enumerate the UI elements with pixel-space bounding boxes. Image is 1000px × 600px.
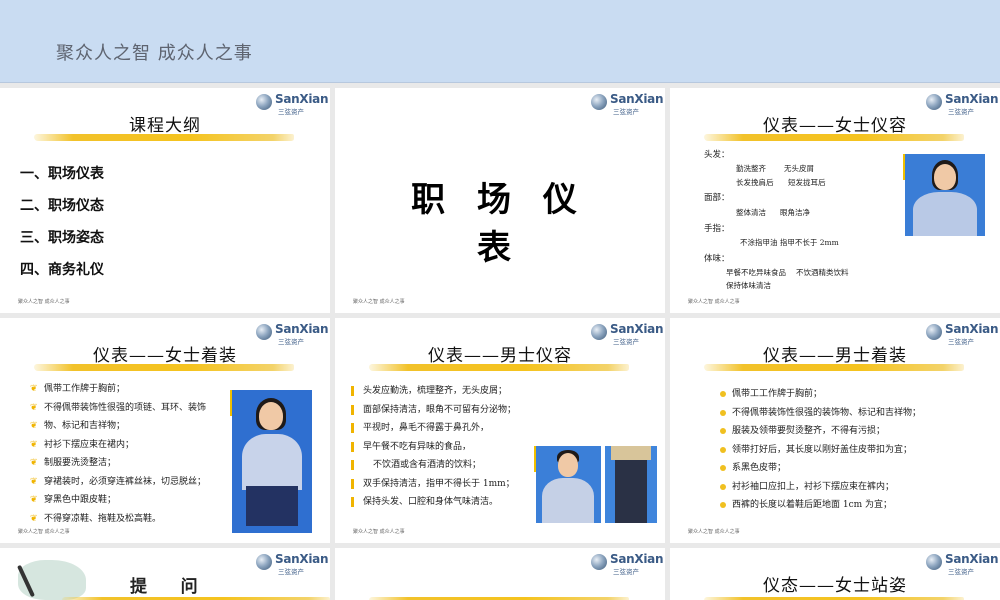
title-brush-stroke [704, 134, 964, 141]
face-text: 眼角洁净 [780, 208, 810, 217]
top-header: 聚众人之智 成众人之事 [0, 0, 1000, 83]
list-item: 佩带工工作牌于胸前； [718, 385, 988, 404]
grooming-rules-list: 头发应勤洗，梳理整齐，无头皮屑； 面部保持清洁，眼角不可留有分泌物； 平视时，鼻… [349, 382, 549, 512]
section-title: 职 场 仪 表 [411, 180, 587, 268]
hair-text: 短发拢耳后 [788, 178, 826, 187]
logo-circle-icon [926, 324, 942, 340]
logo-circle-icon [256, 554, 272, 570]
list-item: 西裤的长度以着鞋后距地面 1cm 为宜； [718, 496, 988, 515]
header-title: 聚众人之智 成众人之事 [56, 43, 253, 64]
face-label: 面部： [704, 193, 730, 203]
list-item: 衬衫下摆应束在裙内； [30, 436, 230, 455]
list-item: 不得佩带装饰性很强的项链、耳环、装饰 [30, 399, 230, 418]
list-item: 服装及领带要熨烫整齐，不得有污损； [718, 422, 988, 441]
female-uniform-image [232, 390, 312, 533]
hair-text: 长发挽肩后 [736, 178, 774, 187]
slide-thumbnail-3[interactable]: SanXian 三弦资产 仪表——女士仪容 头发： 勤洗整齐 无头皮屑 长发挽肩后… [670, 88, 1000, 313]
body-text: 早餐不吃异味食品 [726, 268, 786, 277]
body-text: 不饮酒精类饮料 [796, 268, 849, 277]
hair-text: 无头皮屑 [784, 164, 814, 173]
list-item: 系黑色皮带； [718, 459, 988, 478]
body-label: 体味： [704, 254, 730, 264]
body-text: 保持体味清洁 [726, 281, 771, 290]
list-item: 不饮酒或含有酒清的饮料； [349, 456, 549, 475]
hair-text: 勤洗整齐 [736, 164, 766, 173]
face-text: 整体清洁 [736, 208, 766, 217]
title-brush-stroke [34, 134, 294, 141]
logo-circle-icon [591, 94, 607, 110]
slide-thumbnail-9[interactable]: SanXian 三弦资产 仪态——女士站姿 [670, 548, 1000, 600]
logo-circle-icon [256, 324, 272, 340]
title-brush-stroke [369, 364, 629, 371]
list-item: 保持头发、口腔和身体气味清洁。 [349, 493, 549, 512]
hand-label: 手指： [704, 224, 730, 234]
list-item: 头发应勤洗，梳理整齐，无头皮屑； [349, 382, 549, 401]
slide-footer: 聚众人之智 成众人之事 [688, 529, 740, 535]
slide-title: 仪表——男士着装 [763, 346, 907, 366]
male-dress-rules-list: 佩带工工作牌于胸前； 不得佩带装饰性很强的装饰物、标记和吉祥物； 服装及领带要熨… [718, 385, 988, 515]
hand-text: 不涂指甲油 指甲不长于 2mm [740, 238, 839, 247]
title-brush-stroke [34, 364, 294, 371]
list-item: 衬衫袖口应扣上，衬衫下摆应束在裤内； [718, 478, 988, 497]
slide-thumbnail-1[interactable]: SanXian 三弦资产 课程大纲 一、职场仪表 二、职场仪态 三、职场姿态 四、… [0, 88, 330, 313]
slide-footer: 聚众人之智 成众人之事 [353, 299, 405, 305]
logo-circle-icon [256, 94, 272, 110]
list-item: 制服要洗烫整洁； [30, 454, 230, 473]
list-item: 面部保持清洁，眼角不可留有分泌物； [349, 401, 549, 420]
list-item: 物、标记和吉祥物； [30, 417, 230, 436]
outline-item-1: 一、职场仪表 [20, 166, 104, 182]
slide-grid: SanXian 三弦资产 课程大纲 一、职场仪表 二、职场仪态 三、职场姿态 四、… [0, 88, 1000, 600]
list-item: 不得穿凉鞋、拖鞋及松高鞋。 [30, 510, 230, 529]
slide-thumbnail-2[interactable]: SanXian 三弦资产 职 场 仪 表 聚众人之智 成众人之事 [335, 88, 665, 313]
slide-footer: 聚众人之智 成众人之事 [18, 299, 70, 305]
slide-thumbnail-5[interactable]: SanXian 三弦资产 仪表——男士仪容 头发应勤洗，梳理整齐，无头皮屑； 面部… [335, 318, 665, 543]
list-item: 领带打好后，其长度以刚好盖住皮带扣为宜； [718, 441, 988, 460]
slide-title: 仪表——女士仪容 [763, 116, 907, 136]
list-item: 双手保持清洁，指甲不得长于 1mm； [349, 475, 549, 494]
slide-title: 提 问 [130, 577, 200, 597]
male-trousers-image [605, 446, 657, 523]
slide-title: 仪态——女士站姿 [763, 576, 907, 596]
list-item: 不得佩带装饰性很强的装饰物、标记和吉祥物； [718, 404, 988, 423]
slide-footer: 聚众人之智 成众人之事 [18, 529, 70, 535]
slide-footer: 聚众人之智 成众人之事 [353, 529, 405, 535]
list-item: 平视时，鼻毛不得露于鼻孔外， [349, 419, 549, 438]
slide-title: 课程大纲 [129, 116, 201, 136]
outline-item-3: 三、职场姿态 [20, 230, 104, 246]
slide-thumbnail-6[interactable]: SanXian 三弦资产 仪表——男士着装 佩带工工作牌于胸前； 不得佩带装饰性很… [670, 318, 1000, 543]
pen-illustration-icon [17, 560, 86, 600]
logo-circle-icon [926, 94, 942, 110]
logo-circle-icon [591, 554, 607, 570]
list-item: 穿裙装时，必须穿连裤丝袜，切忌脱丝； [30, 473, 230, 492]
sanxian-logo: SanXian 三弦资产 [591, 92, 664, 116]
outline-item-2: 二、职场仪态 [20, 198, 104, 214]
slide-title: 仪表——女士着装 [93, 346, 237, 366]
slide-thumbnail-4[interactable]: SanXian三弦资产 仪表——女士着装 佩带工作牌于胸前； 不得佩带装饰性很强… [0, 318, 330, 543]
logo-circle-icon [591, 324, 607, 340]
outline-item-4: 四、商务礼仪 [20, 262, 104, 278]
female-portrait-image [905, 154, 985, 236]
sanxian-logo: SanXian 三弦资产 [591, 552, 664, 576]
hair-label: 头发： [704, 150, 730, 160]
slide-title: 仪表——男士仪容 [428, 346, 572, 366]
list-item: 佩带工作牌于胸前； [30, 380, 230, 399]
slide-thumbnail-8[interactable]: SanXian 三弦资产 [335, 548, 665, 600]
list-item: 穿黑色中跟皮鞋； [30, 491, 230, 510]
logo-circle-icon [926, 554, 942, 570]
dress-rules-list: 佩带工作牌于胸前； 不得佩带装饰性很强的项链、耳环、装饰 物、标记和吉祥物； 衬… [30, 380, 230, 528]
title-brush-stroke [704, 364, 964, 371]
slide-footer: 聚众人之智 成众人之事 [688, 299, 740, 305]
slide-thumbnail-7[interactable]: SanXian 三弦资产 提 问 [0, 548, 330, 600]
sanxian-logo: SanXian 三弦资产 [256, 552, 329, 576]
list-item: 早午餐不吃有异味的食品， [349, 438, 549, 457]
male-portrait-image [536, 446, 601, 523]
